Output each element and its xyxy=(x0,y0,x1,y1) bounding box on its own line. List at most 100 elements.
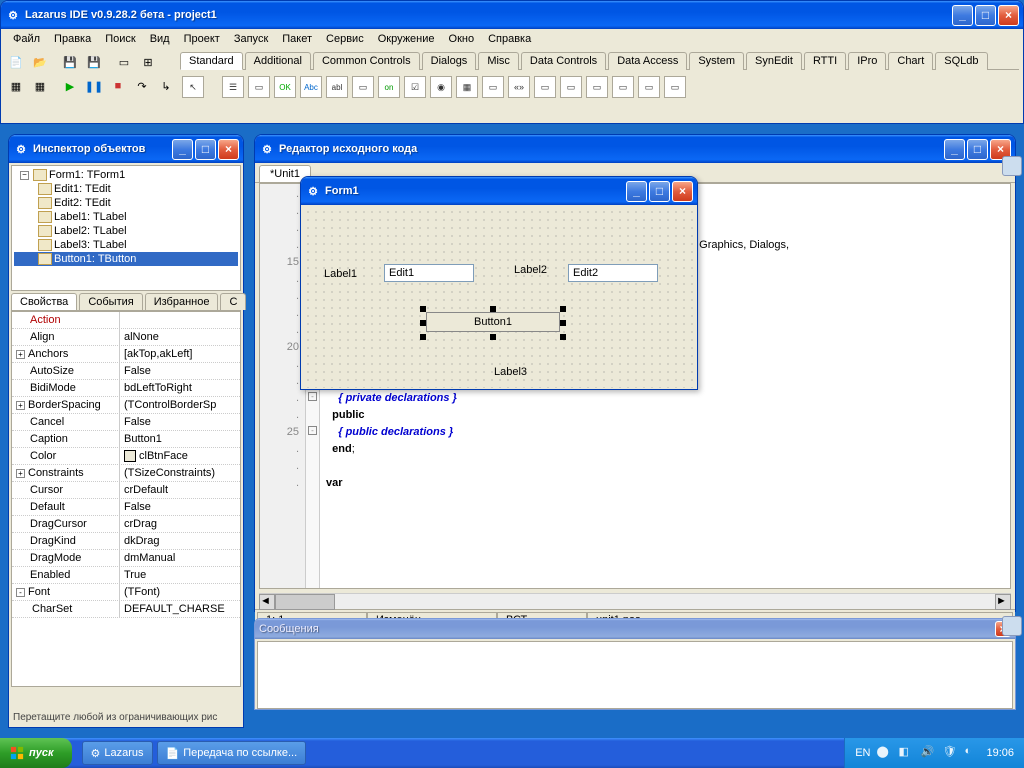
menu-file[interactable]: Файл xyxy=(7,31,46,47)
scroll-left-button[interactable]: ◄ xyxy=(259,594,275,610)
palette-mainmenu[interactable]: ☰ xyxy=(222,76,244,98)
palette-tab-standard[interactable]: Standard xyxy=(180,52,243,70)
palette-radio[interactable]: ◉ xyxy=(430,76,452,98)
menu-environment[interactable]: Окружение xyxy=(372,31,441,47)
tab-properties[interactable]: Свойства xyxy=(11,293,77,310)
editor-minimize-button[interactable]: _ xyxy=(944,139,965,160)
property-row-cancel[interactable]: CancelFalse xyxy=(12,414,240,431)
palette-pointer[interactable]: ↖ xyxy=(182,76,204,98)
tree-row-label2[interactable]: Label2: TLabel xyxy=(14,224,238,238)
tree-row-label3[interactable]: Label3: TLabel xyxy=(14,238,238,252)
inspector-minimize-button[interactable]: _ xyxy=(172,139,193,160)
form-close-button[interactable]: × xyxy=(672,181,693,202)
palette-checkgroup[interactable]: ▭ xyxy=(586,76,608,98)
scroll-thumb[interactable] xyxy=(275,594,335,610)
palette-tab-ipro[interactable]: IPro xyxy=(848,52,886,70)
designer-edit2[interactable]: Edit2 xyxy=(568,264,658,282)
palette-checkbox[interactable]: ☑ xyxy=(404,76,426,98)
property-row-dragkind[interactable]: DragKinddkDrag xyxy=(12,533,240,550)
units-button[interactable]: ▦ xyxy=(5,75,27,97)
designer-label3[interactable]: Label3 xyxy=(494,366,527,378)
menu-package[interactable]: Пакет xyxy=(276,31,318,47)
palette-tab-sqldb[interactable]: SQLdb xyxy=(935,52,987,70)
menu-edit[interactable]: Правка xyxy=(48,31,97,47)
form-titlebar[interactable]: ⚙ Form1 _ □ × xyxy=(301,177,697,205)
designer-edit1[interactable]: Edit1 xyxy=(384,264,474,282)
palette-combobox[interactable]: ▭ xyxy=(482,76,504,98)
menu-project[interactable]: Проект xyxy=(178,31,226,47)
messages-titlebar[interactable]: Сообщения × xyxy=(255,619,1015,639)
palette-tab-common[interactable]: Common Controls xyxy=(313,52,420,70)
palette-frame[interactable]: ▭ xyxy=(638,76,660,98)
palette-actionlist[interactable]: ▭ xyxy=(664,76,686,98)
language-indicator[interactable]: EN xyxy=(855,747,870,759)
editor-maximize-button[interactable]: □ xyxy=(967,139,988,160)
open-button[interactable]: 📂 xyxy=(29,51,51,73)
inspector-maximize-button[interactable]: □ xyxy=(195,139,216,160)
tray-clock[interactable]: 19:06 xyxy=(986,747,1014,759)
sidebar-mini-icon-1[interactable] xyxy=(1002,156,1022,176)
tray-icon-2[interactable]: ◧ xyxy=(898,745,914,761)
save-button[interactable]: 💾 xyxy=(59,51,81,73)
menu-window[interactable]: Окно xyxy=(443,31,481,47)
menu-help[interactable]: Справка xyxy=(482,31,537,47)
palette-tab-datacontrols[interactable]: Data Controls xyxy=(521,52,606,70)
property-row-action[interactable]: Action xyxy=(12,312,240,329)
palette-panel[interactable]: ▭ xyxy=(612,76,634,98)
form-maximize-button[interactable]: □ xyxy=(649,181,670,202)
tray-icon-5[interactable]: ◐ xyxy=(964,745,980,761)
messages-body[interactable] xyxy=(257,641,1013,709)
step-into-button[interactable]: ↳ xyxy=(155,75,177,97)
inspector-titlebar[interactable]: ⚙ Инспектор объектов _ □ × xyxy=(9,135,243,163)
new-unit-button[interactable]: 📄 xyxy=(5,51,27,73)
designer-label2[interactable]: Label2 xyxy=(514,264,547,276)
tree-row-label1[interactable]: Label1: TLabel xyxy=(14,210,238,224)
taskbar-item-transfer[interactable]: 📄 Передача по ссылке... xyxy=(157,741,307,765)
tree-row-button1[interactable]: Button1: TButton xyxy=(14,252,238,266)
property-row-dragcursor[interactable]: DragCursorcrDrag xyxy=(12,516,240,533)
maximize-button[interactable]: □ xyxy=(975,5,996,26)
property-row-align[interactable]: AlignalNone xyxy=(12,329,240,346)
property-row-borderspacing[interactable]: +BorderSpacing(TControlBorderSp xyxy=(12,397,240,414)
property-row-charset[interactable]: CharSetDEFAULT_CHARSE xyxy=(12,601,240,618)
palette-tab-chart[interactable]: Chart xyxy=(888,52,933,70)
property-row-color[interactable]: ColorclBtnFace xyxy=(12,448,240,465)
forms-button[interactable]: ▦ xyxy=(29,75,51,97)
close-button[interactable]: × xyxy=(998,5,1019,26)
palette-scrollbar[interactable]: «» xyxy=(508,76,530,98)
tab-restricted[interactable]: С xyxy=(220,293,246,310)
palette-tab-system[interactable]: System xyxy=(689,52,744,70)
scroll-right-button[interactable]: ► xyxy=(995,594,1011,610)
tab-favorites[interactable]: Избранное xyxy=(145,293,219,310)
property-row-cursor[interactable]: CursorcrDefault xyxy=(12,482,240,499)
palette-tab-dataaccess[interactable]: Data Access xyxy=(608,52,687,70)
form-design-surface[interactable]: Label1 Edit1 Label2 Edit2 Button1 Label3 xyxy=(304,208,694,388)
palette-toggle[interactable]: on xyxy=(378,76,400,98)
tree-row-edit2[interactable]: Edit2: TEdit xyxy=(14,196,238,210)
minimize-button[interactable]: _ xyxy=(952,5,973,26)
taskbar-item-lazarus[interactable]: ⚙ Lazarus xyxy=(82,741,153,765)
designer-label1[interactable]: Label1 xyxy=(324,268,357,280)
main-titlebar[interactable]: ⚙ Lazarus IDE v0.9.28.2 бета - project1 … xyxy=(1,1,1023,29)
menu-run[interactable]: Запуск xyxy=(228,31,274,47)
menu-view[interactable]: Вид xyxy=(144,31,176,47)
tray-icon-4[interactable]: 🛡 xyxy=(942,745,958,761)
run-button[interactable]: ▶ xyxy=(59,75,81,97)
menu-search[interactable]: Поиск xyxy=(99,31,141,47)
editor-titlebar[interactable]: ⚙ Редактор исходного кода _ □ × xyxy=(255,135,1015,163)
inspector-close-button[interactable]: × xyxy=(218,139,239,160)
palette-tab-rtti[interactable]: RTTI xyxy=(804,52,846,70)
property-grid[interactable]: ActionAlignalNone+Anchors[akTop,akLeft]A… xyxy=(11,311,241,687)
palette-edit[interactable]: abl xyxy=(326,76,348,98)
menu-service[interactable]: Сервис xyxy=(320,31,370,47)
step-over-button[interactable]: ↷ xyxy=(131,75,153,97)
toggle-form-button[interactable]: ⊞ xyxy=(137,51,159,73)
editor-hscrollbar[interactable]: ◄ ► xyxy=(259,593,1011,609)
property-row-caption[interactable]: CaptionButton1 xyxy=(12,431,240,448)
selection-handles[interactable] xyxy=(423,309,563,337)
tree-row-edit1[interactable]: Edit1: TEdit xyxy=(14,182,238,196)
palette-memo[interactable]: ▭ xyxy=(352,76,374,98)
form-minimize-button[interactable]: _ xyxy=(626,181,647,202)
palette-button[interactable]: OK xyxy=(274,76,296,98)
sidebar-mini-icon-2[interactable] xyxy=(1002,616,1022,636)
